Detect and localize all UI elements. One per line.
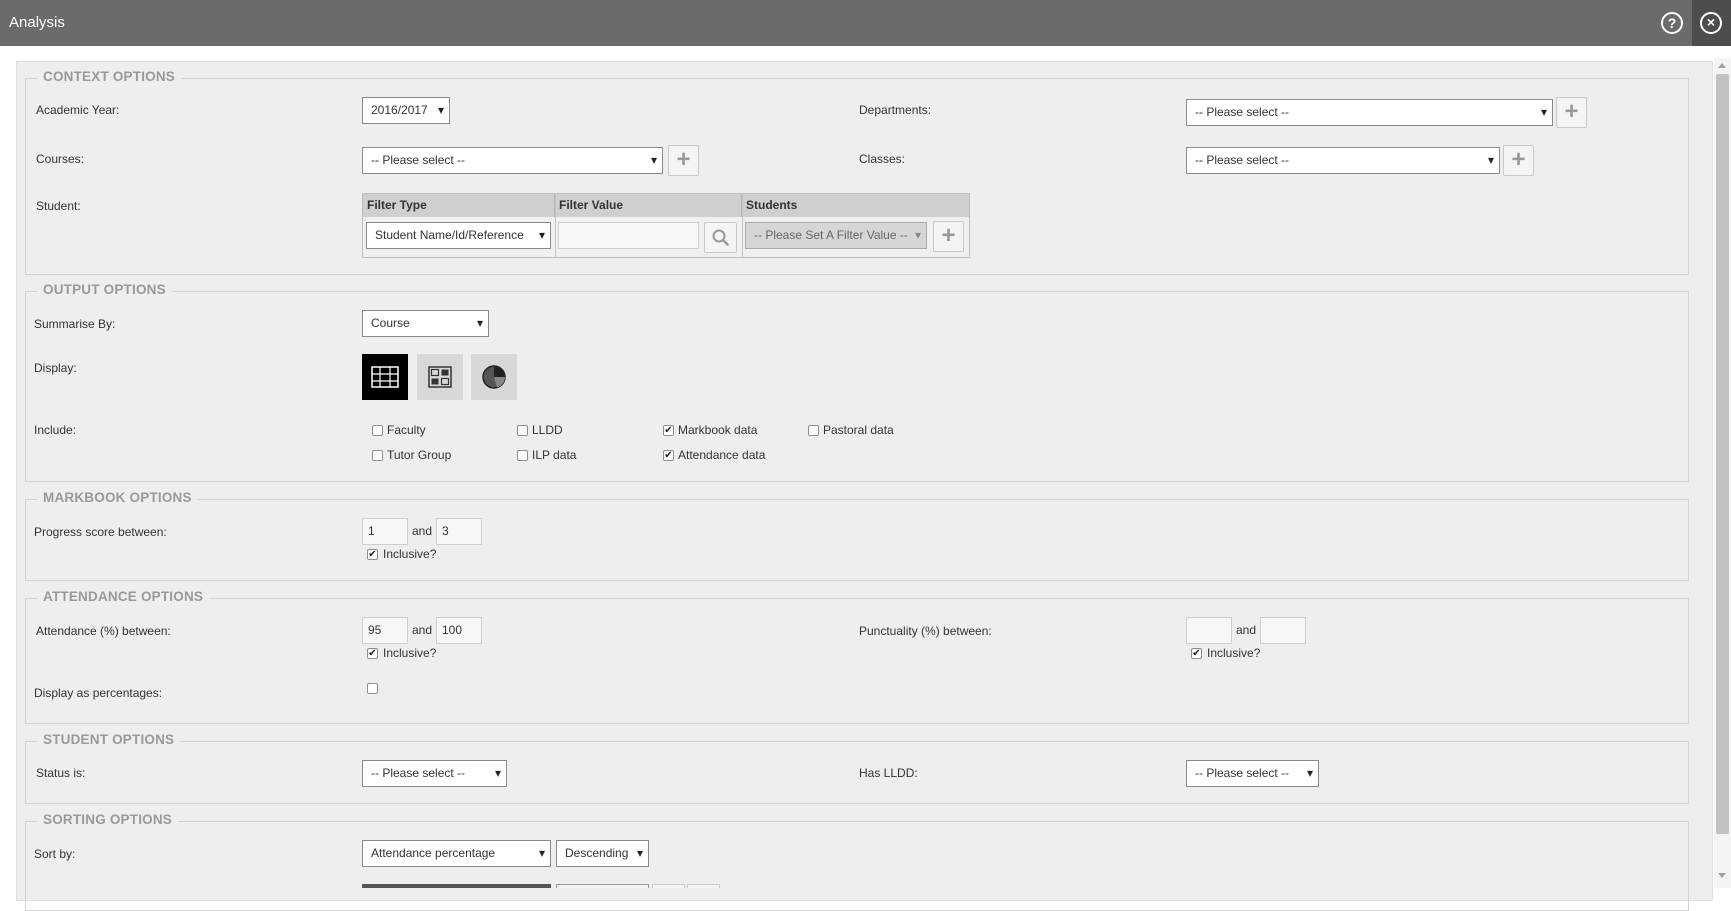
- include-label: Include:: [34, 423, 77, 437]
- display-percentages-checkbox[interactable]: [367, 683, 378, 694]
- include-label-item: Pastoral data: [823, 423, 894, 437]
- display-chart-button[interactable]: [471, 354, 517, 400]
- status-label: Status is:: [36, 766, 86, 780]
- scroll-up-icon[interactable]: [1718, 63, 1726, 68]
- scrollbar-thumb[interactable]: [1716, 74, 1729, 834]
- departments-label: Departments:: [859, 103, 932, 117]
- help-icon[interactable]: ?: [1661, 12, 1683, 34]
- window-title: Analysis: [9, 14, 65, 31]
- summarise-by-label: Summarise By:: [34, 317, 116, 331]
- student-options-fieldset: STUDENT OPTIONS: [25, 732, 1689, 804]
- classes-label: Classes:: [859, 152, 906, 166]
- classes-select[interactable]: -- Please select --: [1186, 147, 1500, 174]
- table-divider: [742, 194, 743, 257]
- title-bar: Analysis ? ×: [0, 0, 1731, 46]
- attendance-max-input[interactable]: 100: [436, 617, 482, 644]
- students-header: Students: [742, 194, 969, 217]
- output-options-fieldset: OUTPUT OPTIONS: [25, 282, 1689, 482]
- inclusive-label: Inclusive?: [383, 547, 437, 561]
- punctuality-min-input[interactable]: [1186, 617, 1232, 644]
- display-percentages-label: Display as percentages:: [34, 686, 163, 700]
- student-options-legend: STUDENT OPTIONS: [37, 732, 181, 747]
- close-icon: ×: [1700, 12, 1722, 34]
- output-options-legend: OUTPUT OPTIONS: [37, 282, 172, 297]
- summarise-by-select[interactable]: Course: [362, 310, 489, 337]
- include-checkbox[interactable]: ✔: [663, 425, 674, 436]
- sort-order-select-2[interactable]: [556, 884, 649, 888]
- sorting-options-fieldset: SORTING OPTIONS: [25, 812, 1689, 911]
- add-department-button[interactable]: +: [1556, 97, 1587, 128]
- pie-chart-icon: [482, 365, 506, 389]
- display-label: Display:: [34, 361, 77, 375]
- inclusive-label: Inclusive?: [1207, 646, 1261, 660]
- sort-field-select[interactable]: Attendance percentage: [362, 840, 551, 867]
- academic-year-label: Academic Year:: [36, 103, 120, 117]
- scroll-down-icon[interactable]: [1718, 873, 1726, 878]
- include-checkbox[interactable]: [517, 450, 528, 461]
- punctuality-max-input[interactable]: [1260, 617, 1306, 644]
- include-checkbox[interactable]: ✔: [663, 450, 674, 461]
- search-icon: [712, 229, 729, 246]
- inclusive-label: Inclusive?: [383, 646, 437, 660]
- context-options-legend: CONTEXT OPTIONS: [37, 69, 182, 84]
- include-label-item: Tutor Group: [387, 448, 452, 462]
- progress-inclusive-checkbox[interactable]: ✔: [367, 549, 378, 560]
- sort-by-label: Sort by:: [34, 847, 76, 861]
- close-button[interactable]: ×: [1692, 0, 1731, 46]
- punctuality-between-label: Punctuality (%) between:: [859, 624, 992, 638]
- vertical-scrollbar[interactable]: [1714, 58, 1731, 888]
- courses-label: Courses:: [36, 152, 85, 166]
- progress-min-input[interactable]: 1: [362, 518, 408, 545]
- sorting-options-legend: SORTING OPTIONS: [37, 812, 179, 827]
- students-select[interactable]: -- Please Set A Filter Value --: [745, 222, 927, 249]
- attendance-options-legend: ATTENDANCE OPTIONS: [37, 589, 210, 604]
- sort-field-select-2[interactable]: [362, 884, 551, 888]
- include-checkbox[interactable]: [517, 425, 528, 436]
- student-label: Student:: [36, 199, 81, 213]
- include-label-item: Markbook data: [678, 423, 758, 437]
- sort-remove-button[interactable]: [687, 884, 720, 888]
- progress-score-label: Progress score between:: [34, 525, 167, 539]
- add-student-button[interactable]: +: [933, 221, 964, 252]
- sort-add-button[interactable]: [652, 884, 685, 888]
- table-grid-icon: [371, 366, 399, 388]
- filter-type-select[interactable]: Student Name/Id/Reference: [366, 222, 551, 249]
- filter-type-header: Filter Type: [363, 194, 555, 217]
- add-course-button[interactable]: +: [668, 145, 699, 176]
- punctuality-inclusive-checkbox[interactable]: ✔: [1191, 648, 1202, 659]
- markbook-options-legend: MARKBOOK OPTIONS: [37, 490, 198, 505]
- include-label-item: Faculty: [387, 423, 426, 437]
- include-checkbox[interactable]: [372, 425, 383, 436]
- display-tiles-button[interactable]: [417, 354, 463, 400]
- student-search-button[interactable]: [704, 222, 737, 253]
- has-lldd-label: Has LLDD:: [859, 766, 918, 780]
- include-label-item: Attendance data: [678, 448, 766, 462]
- add-class-button[interactable]: +: [1503, 145, 1534, 176]
- include-checkbox[interactable]: [372, 450, 383, 461]
- table-divider: [555, 194, 556, 257]
- has-lldd-select[interactable]: -- Please select --: [1186, 760, 1319, 787]
- display-table-button[interactable]: [362, 354, 408, 400]
- include-label-item: ILP data: [532, 448, 577, 462]
- progress-max-input[interactable]: 3: [436, 518, 482, 545]
- sort-order-select[interactable]: Descending: [556, 840, 649, 867]
- and-label: and: [412, 524, 433, 538]
- include-label-item: LLDD: [532, 423, 563, 437]
- tile-grid-icon: [428, 366, 452, 388]
- courses-select[interactable]: -- Please select --: [362, 147, 663, 174]
- attendance-options-fieldset: ATTENDANCE OPTIONS: [25, 589, 1689, 724]
- include-checkbox[interactable]: [808, 425, 819, 436]
- attendance-inclusive-checkbox[interactable]: ✔: [367, 648, 378, 659]
- departments-select[interactable]: -- Please select --: [1186, 99, 1553, 126]
- status-select[interactable]: -- Please select --: [362, 760, 507, 787]
- filter-value-header: Filter Value: [555, 194, 742, 217]
- markbook-options-fieldset: MARKBOOK OPTIONS: [25, 490, 1689, 581]
- attendance-min-input[interactable]: 95: [362, 617, 408, 644]
- academic-year-select[interactable]: 2016/2017: [362, 97, 450, 124]
- and-label: and: [1236, 623, 1257, 637]
- and-label: and: [412, 623, 433, 637]
- filter-value-input[interactable]: [558, 222, 699, 249]
- attendance-between-label: Attendance (%) between:: [36, 624, 171, 638]
